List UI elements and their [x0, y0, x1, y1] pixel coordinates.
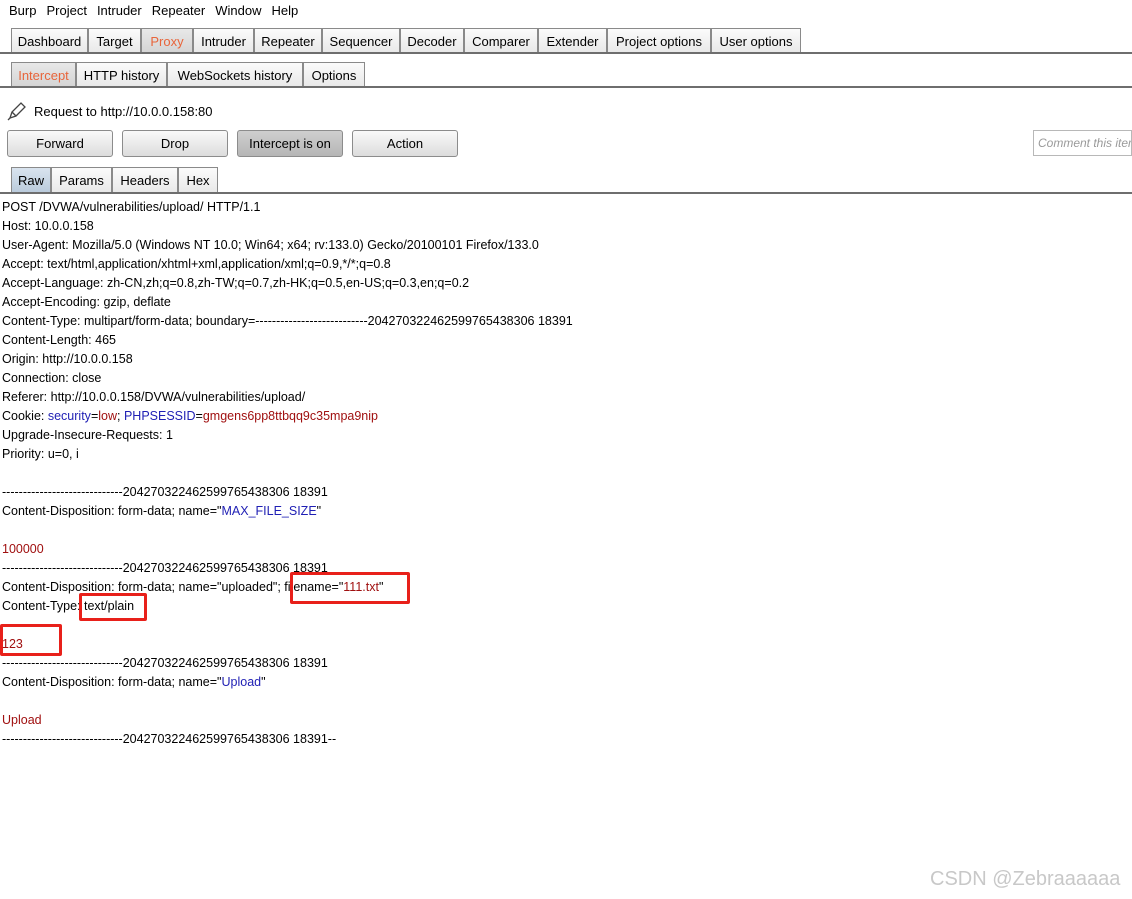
content-type-key: Content-Type: [2, 599, 84, 613]
header-content-length: Content-Length: 465 [2, 333, 116, 347]
menu-project[interactable]: Project [40, 3, 90, 18]
multipart-boundary: -----------------------------20427032246… [2, 485, 328, 499]
tab-intercept[interactable]: Intercept [11, 62, 76, 87]
tab-decoder[interactable]: Decoder [400, 28, 464, 53]
cookie-value-security: low [98, 409, 118, 423]
tab-http-history[interactable]: HTTP history [76, 62, 167, 87]
tab-project-options[interactable]: Project options [607, 28, 711, 53]
intercept-toggle-button[interactable]: Intercept is on [237, 130, 343, 157]
tab-sequencer[interactable]: Sequencer [322, 28, 400, 53]
cookie-name-phpsessid: PHPSESSID [123, 409, 196, 423]
action-button[interactable]: Action [352, 130, 458, 157]
file-content-value: 123 [2, 637, 23, 651]
cookie-sep: ; [117, 409, 124, 423]
tab-extender[interactable]: Extender [538, 28, 607, 53]
tab-proxy[interactable]: Proxy [141, 28, 193, 53]
header-accept-encoding: Accept-Encoding: gzip, deflate [2, 295, 171, 309]
menu-help[interactable]: Help [265, 3, 302, 18]
cookie-value-phpsessid: gmgens6pp8ttbqq9c35mpa9nip [202, 409, 378, 423]
quote: " [316, 504, 322, 518]
proxy-tab-divider [0, 86, 1132, 88]
tab-repeater[interactable]: Repeater [254, 28, 322, 53]
pencil-icon [7, 102, 26, 121]
menu-repeater[interactable]: Repeater [146, 3, 209, 18]
header-cookie: Cookie: security=low; PHPSESSID=gmgens6p… [2, 407, 1130, 426]
quote: " [261, 675, 266, 689]
header-upgrade-insecure: Upgrade-Insecure-Requests: 1 [2, 428, 173, 442]
header-content-type: Content-Type: multipart/form-data; bound… [2, 314, 573, 328]
multipart-boundary: -----------------------------20427032246… [2, 561, 328, 575]
content-disposition-max-file-size: Content-Disposition: form-data; name="MA… [2, 502, 1130, 521]
multipart-boundary: -----------------------------20427032246… [2, 656, 328, 670]
header-priority: Priority: u=0, i [2, 447, 79, 461]
tab-raw[interactable]: Raw [11, 167, 51, 193]
menu-window[interactable]: Window [209, 3, 265, 18]
content-disposition-upload: Content-Disposition: form-data; name="Up… [2, 673, 1130, 692]
tab-headers[interactable]: Headers [112, 167, 178, 193]
header-origin: Origin: http://10.0.0.158 [2, 352, 133, 366]
tab-params[interactable]: Params [51, 167, 112, 193]
tab-comparer[interactable]: Comparer [464, 28, 538, 53]
comment-input[interactable]: Comment this item [1033, 130, 1132, 156]
tab-intruder[interactable]: Intruder [193, 28, 254, 53]
drop-button[interactable]: Drop [122, 130, 228, 157]
menu-intruder[interactable]: Intruder [91, 3, 146, 18]
content-type-part: Content-Type: text/plain [2, 597, 1130, 616]
cd-prefix: Content-Disposition: form-data; name=" [2, 504, 222, 518]
value-max-file-size: 100000 [2, 542, 44, 556]
menu-bar: Burp Project Intruder Repeater Window He… [0, 0, 1132, 20]
value-upload: Upload [2, 713, 42, 727]
cookie-prefix: Cookie: [2, 409, 48, 423]
cd-uploaded-text: Content-Disposition: form-data; name="up… [2, 580, 285, 594]
request-target-label: Request to http://10.0.0.158:80 [34, 103, 213, 119]
header-host: Host: 10.0.0.158 [2, 219, 94, 233]
cd-prefix: Content-Disposition: form-data; name=" [2, 675, 222, 689]
cookie-name-security: security [47, 409, 91, 423]
tab-dashboard[interactable]: Dashboard [11, 28, 88, 53]
request-target-row: Request to http://10.0.0.158:80 [6, 100, 213, 122]
raw-request-editor[interactable]: POST /DVWA/vulnerabilities/upload/ HTTP/… [2, 198, 1130, 749]
header-referer: Referer: http://10.0.0.158/DVWA/vulnerab… [2, 390, 306, 404]
content-disposition-uploaded: Content-Disposition: form-data; name="up… [2, 578, 1130, 597]
field-name-upload: Upload [221, 675, 262, 689]
field-name-max-file-size: MAX_FILE_SIZE [221, 504, 317, 518]
menu-burp[interactable]: Burp [3, 3, 40, 18]
header-accept-language: Accept-Language: zh-CN,zh;q=0.8,zh-TW;q=… [2, 276, 470, 290]
main-tab-divider [0, 52, 1132, 54]
forward-button[interactable]: Forward [7, 130, 113, 157]
highlight-filename-box [290, 572, 410, 604]
highlight-content-type-box [79, 593, 147, 621]
header-connection: Connection: close [2, 371, 102, 385]
tab-hex[interactable]: Hex [178, 167, 218, 193]
header-accept: Accept: text/html,application/xhtml+xml,… [2, 257, 391, 271]
cookie-eq: = [195, 409, 203, 423]
header-user-agent: User-Agent: Mozilla/5.0 (Windows NT 10.0… [2, 238, 539, 252]
watermark-text: CSDN @Zebraaaaaa [930, 868, 1121, 890]
tab-websockets-history[interactable]: WebSockets history [167, 62, 303, 87]
request-line: POST /DVWA/vulnerabilities/upload/ HTTP/… [2, 200, 261, 214]
highlight-file-content-box [0, 624, 62, 656]
tab-user-options[interactable]: User options [711, 28, 801, 53]
tab-options[interactable]: Options [303, 62, 365, 87]
tab-target[interactable]: Target [88, 28, 141, 53]
view-tab-divider [0, 192, 1132, 194]
multipart-boundary-end: -----------------------------20427032246… [2, 732, 337, 746]
